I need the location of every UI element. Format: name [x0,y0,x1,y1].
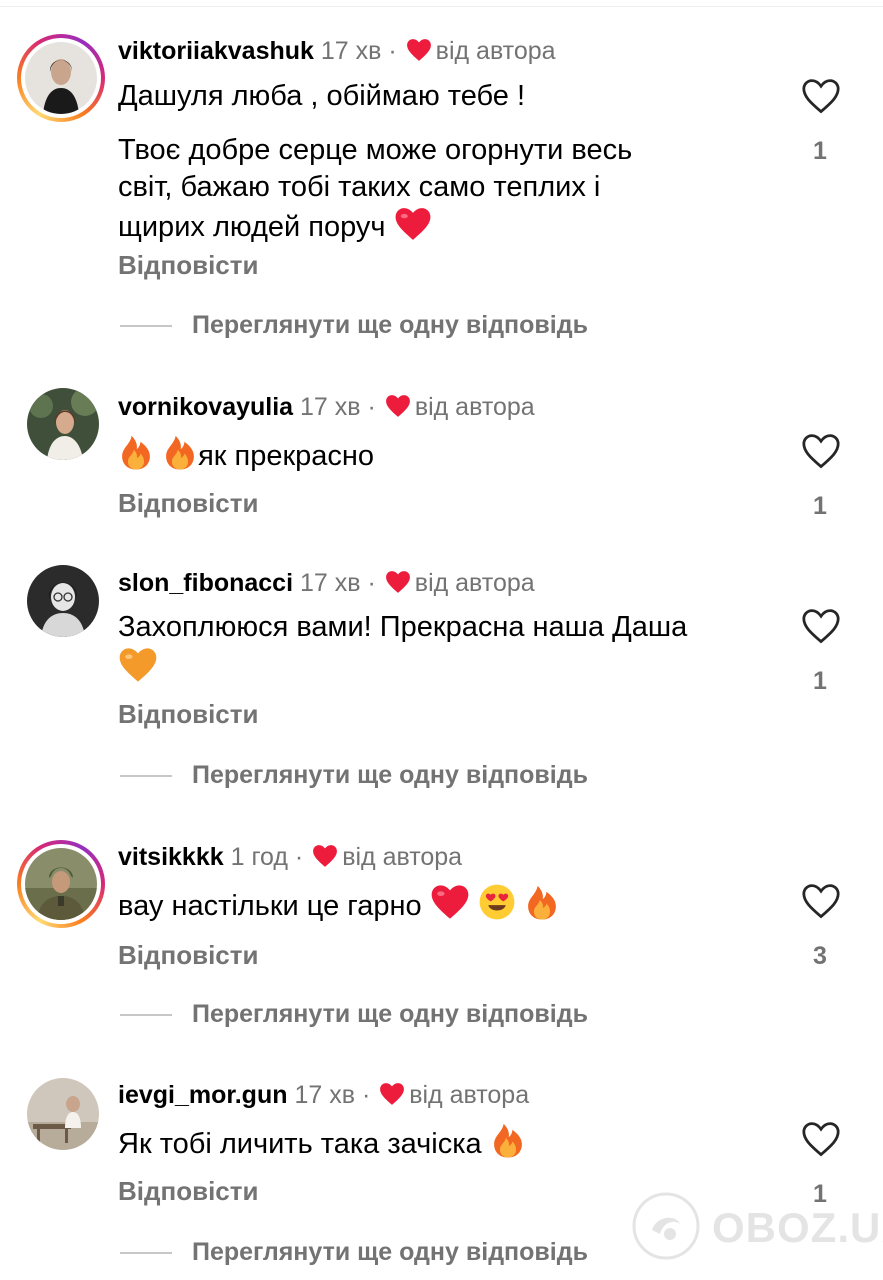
liked-by-author-label: від автора [414,393,535,421]
view-more-replies-button[interactable]: Переглянути ще одну відповідь [120,1000,588,1029]
watermark: OBOZ.UA [630,1190,883,1262]
comment-line: Як тобі личить така зачіска [118,1128,482,1160]
reply-button[interactable]: Відповісти [118,1176,258,1207]
liked-by-author-label: від автора [435,37,556,65]
comment-time: 17 хв [320,37,382,65]
comment-text: як прекрасно [118,433,768,481]
avatar-story-ring[interactable] [17,840,105,928]
reply-button[interactable]: Відповісти [118,940,258,971]
comment-meta: vitsikkkk 1 год · від автора [118,842,462,875]
comment-text: Як тобі личить така зачіска [118,1121,768,1169]
liked-by-author-label: від автора [342,843,463,871]
heart-outline-icon[interactable] [801,1121,841,1157]
heart-outline-icon[interactable] [801,78,841,114]
heart-outline-icon[interactable] [801,433,841,469]
comment-line: щирих людей поруч [118,211,386,243]
red-heart-icon [394,206,432,252]
liked-by-author-label: від автора [414,569,535,597]
divider-dash [120,1252,172,1255]
comment-meta: vornikovayulia 17 хв · від автора [118,392,535,425]
meta-separator: · [388,37,397,65]
liked-by-author-label: від автора [409,1081,530,1109]
meta-separator: · [361,1081,371,1109]
divider-dash [120,325,172,328]
watermark-logo-icon [632,1192,700,1260]
heart-outline-icon[interactable] [801,883,841,919]
like-count: 1 [813,137,827,165]
comment-line: світ, бажаю тобі таких само теплих і [118,171,601,203]
red-heart-icon [385,570,411,601]
view-more-replies-button[interactable]: Переглянути ще одну відповідь [120,1238,588,1267]
comment-meta: viktoriiakvashuk 17 хв · від автора [118,36,556,69]
comment-time: 17 хв [300,569,361,597]
orange-heart-icon [118,646,158,694]
view-more-replies-button[interactable]: Переглянути ще одну відповідь [120,311,588,340]
red-heart-icon [430,883,470,931]
fire-emoji-icon [490,1121,526,1169]
username-link[interactable]: viktoriiakvashuk [118,37,314,65]
red-heart-icon [385,394,411,425]
avatar [25,848,97,920]
comment-text: Захоплююся вами! Прекрасна наша Даша [118,609,768,694]
reply-button[interactable]: Відповісти [118,488,258,519]
comment-line: вау настільки це гарно [118,890,422,922]
like-count: 3 [813,942,827,970]
username-link[interactable]: ievgi_mor.gun [118,1081,287,1109]
comment-meta: ievgi_mor.gun 17 хв · від автора [118,1080,529,1113]
divider-dash [120,1014,172,1017]
comment-time: 1 год [230,843,288,871]
comment-time: 17 хв [294,1081,355,1109]
fire-emoji-icon [162,433,198,481]
fire-emoji-icon [118,433,154,481]
comment-time: 17 хв [300,393,361,421]
view-more-replies-label: Переглянути ще одну відповідь [192,311,588,339]
view-more-replies-button[interactable]: Переглянути ще одну відповідь [120,761,588,790]
username-link[interactable]: vornikovayulia [118,393,293,421]
username-link[interactable]: slon_fibonacci [118,569,293,597]
view-more-replies-label: Переглянути ще одну відповідь [192,1238,588,1266]
comment-line: як прекрасно [198,440,375,472]
divider-dash [120,775,172,778]
avatar [25,42,97,114]
reply-button[interactable]: Відповісти [118,250,258,281]
red-heart-icon [379,1082,405,1113]
heart-eyes-emoji-icon [478,883,516,931]
watermark-text: OBOZ.UA [712,1204,883,1251]
comment-line: Захоплююся вами! Прекрасна наша Даша [118,611,688,643]
view-more-replies-label: Переглянути ще одну відповідь [192,1000,588,1028]
red-heart-icon [406,38,432,69]
comment-line: Дашуля люба , обіймаю тебе ! [118,80,526,112]
comment-text: Дашуля люба , обіймаю тебе ! Твоє добре … [118,78,768,252]
comment-line: Твоє добре серце може огорнути весь [118,134,633,166]
meta-separator: · [367,393,376,421]
red-heart-icon [312,844,338,875]
top-divider [0,6,883,7]
avatar[interactable] [27,1078,99,1150]
comment-meta: slon_fibonacci 17 хв · від автора [118,568,535,601]
reply-button[interactable]: Відповісти [118,699,258,730]
meta-separator: · [367,569,376,597]
view-more-replies-label: Переглянути ще одну відповідь [192,761,588,789]
avatar[interactable] [27,388,99,460]
comment-text: вау настільки це гарно [118,883,768,931]
like-count: 1 [813,492,827,520]
avatar-story-ring[interactable] [17,34,105,122]
like-count: 1 [813,667,827,695]
username-link[interactable]: vitsikkkk [118,843,224,871]
fire-emoji-icon [524,883,560,931]
heart-outline-icon[interactable] [801,608,841,644]
avatar[interactable] [27,565,99,637]
meta-separator: · [294,843,304,871]
